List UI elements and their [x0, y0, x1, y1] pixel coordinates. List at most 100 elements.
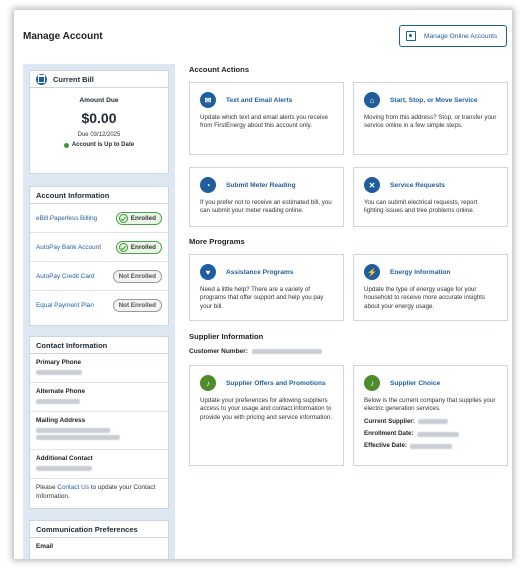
account-row-label[interactable]: AutoPay Credit Card: [36, 273, 95, 280]
redacted-value: [416, 431, 459, 437]
tile-text-email-alerts[interactable]: ✉ Text and Email Alerts Update which text…: [189, 82, 344, 155]
status-badge: Not Enrolled: [112, 299, 162, 312]
sidebar: Current Bill Amount Due $0.00 Due 03/12/…: [23, 64, 175, 559]
status-badge-text: Enrolled: [130, 243, 156, 251]
more-programs-title: More Programs: [189, 237, 245, 246]
account-row-equal-payment[interactable]: Equal Payment Plan Not Enrolled: [30, 291, 168, 320]
bolt-icon: ⚡: [364, 264, 380, 280]
tile-body: Need a little help? There are a variety …: [200, 286, 324, 310]
tile-body: If you prefer not to receive an estimate…: [200, 199, 332, 215]
amount-due-label: Amount Due: [79, 97, 119, 104]
redacted-value: [36, 370, 82, 375]
account-status: Account is Up to Date: [30, 142, 168, 148]
page-title: Manage Account: [23, 31, 103, 42]
kv-label: Enrollment Date:: [364, 429, 414, 437]
tile-title[interactable]: Supplier Offers and Promotions: [226, 380, 326, 387]
check-icon: [118, 213, 128, 223]
tile-body: Update which text and email alerts you r…: [200, 114, 328, 130]
status-badge: Not Enrolled: [112, 269, 162, 283]
status-badge-text: Not Enrolled: [118, 272, 156, 280]
handshake-icon: ♥: [200, 264, 216, 280]
app-frame: Manage Account Manage Online Accounts Cu…: [14, 10, 512, 559]
enrollment-date-row: Enrollment Date:: [364, 430, 497, 438]
supplier-choice-text: Below is the current company that suppli…: [364, 397, 496, 413]
field-label: Email: [36, 543, 54, 550]
calendar-icon: [36, 73, 47, 85]
check-circle-icon: [63, 142, 69, 148]
current-supplier-row: Current Supplier:: [364, 418, 497, 426]
tile-title[interactable]: Submit Meter Reading: [226, 182, 296, 189]
bell-icon: ♪: [200, 375, 216, 391]
current-bill-card: Current Bill Amount Due $0.00 Due 03/12/…: [29, 70, 169, 174]
account-information-title: Account Information: [30, 187, 168, 204]
account-actions-title: Account Actions: [189, 65, 250, 74]
field-label: Mailing Address: [36, 417, 86, 424]
effective-date-row: Effective Date:: [364, 442, 497, 450]
tile-title[interactable]: Supplier Choice: [390, 380, 440, 387]
tile-body: Update the type of energy usage for your…: [364, 286, 486, 310]
tile-body: Update your preferences for allowing sup…: [200, 397, 333, 421]
account-row-ebill[interactable]: eBill Paperless Billing Enrolled: [30, 204, 168, 233]
status-badge-text: Enrolled: [130, 214, 156, 222]
customer-number: Customer Number:: [189, 348, 322, 355]
email-field: Email: [30, 538, 168, 559]
status-badge-text: Not Enrolled: [118, 302, 156, 309]
redacted-value: [36, 399, 80, 404]
tile-submit-meter-reading[interactable]: ◔ Submit Meter Reading If you prefer not …: [189, 167, 344, 227]
tile-body: Below is the current company that suppli…: [354, 391, 507, 450]
redacted-value: [36, 466, 92, 471]
account-row-autopay-card[interactable]: AutoPay Credit Card Not Enrolled: [30, 262, 168, 291]
alternate-phone-field: Alternate Phone: [30, 383, 168, 412]
tile-start-stop-move[interactable]: ⌂ Start, Stop, or Move Service Moving fro…: [353, 82, 508, 155]
contact-us-link[interactable]: Contact Us: [57, 484, 89, 491]
status-badge: Enrolled: [115, 240, 162, 254]
due-date: Due 03/12/2025: [77, 132, 121, 138]
tile-service-requests[interactable]: ✕ Service Requests You can submit electri…: [353, 167, 508, 227]
redacted-value: [409, 443, 452, 449]
tile-assistance-programs[interactable]: ♥ Assistance Programs Need a little help?…: [189, 254, 344, 321]
status-badge: Enrolled: [115, 211, 162, 225]
account-information-card: Account Information eBill Paperless Bill…: [29, 186, 169, 326]
field-label: Alternate Phone: [36, 388, 86, 395]
account-card-icon: [406, 31, 416, 41]
contact-information-title: Contact Information: [30, 337, 168, 354]
tile-title[interactable]: Assistance Programs: [226, 269, 293, 276]
redacted-value: [36, 435, 120, 440]
redacted-value: [251, 349, 322, 354]
mailing-address-field: Mailing Address: [30, 412, 168, 450]
envelope-icon: ✉: [200, 92, 216, 108]
field-label: Additional Contact: [36, 455, 93, 462]
supplier-information-title: Supplier Information: [189, 332, 264, 341]
redacted-value: [417, 419, 448, 425]
tile-supplier-choice[interactable]: ♪ Supplier Choice Below is the current co…: [353, 365, 508, 466]
tile-body: Moving from this address? Stop, or trans…: [364, 114, 497, 130]
tile-title[interactable]: Energy Information: [390, 269, 450, 276]
account-row-label[interactable]: eBill Paperless Billing: [36, 215, 97, 222]
redacted-value: [36, 428, 110, 433]
field-label: Primary Phone: [36, 359, 82, 366]
communication-preferences-card: Communication Preferences Email: [29, 520, 169, 559]
tile-title[interactable]: Text and Email Alerts: [226, 97, 292, 104]
note-text: Please: [36, 484, 58, 491]
account-row-label[interactable]: Equal Payment Plan: [36, 302, 94, 309]
additional-contact-field: Additional Contact: [30, 450, 168, 479]
tile-body: You can submit electrical requests, repo…: [364, 199, 478, 215]
house-icon: ⌂: [364, 92, 380, 108]
kv-label: Effective Date:: [364, 442, 407, 450]
bell-icon: ♪: [364, 375, 380, 391]
account-row-label[interactable]: AutoPay Bank Account: [36, 244, 101, 251]
tile-energy-information[interactable]: ⚡ Energy Information Update the type of e…: [353, 254, 508, 321]
manage-online-accounts-label: Manage Online Accounts: [424, 32, 498, 40]
tile-title[interactable]: Service Requests: [390, 182, 445, 189]
manage-online-accounts-button[interactable]: Manage Online Accounts: [399, 25, 507, 47]
tile-supplier-offers[interactable]: ♪ Supplier Offers and Promotions Update y…: [189, 365, 344, 466]
current-bill-title: Current Bill: [53, 74, 94, 84]
account-status-text: Account is Up to Date: [71, 142, 135, 148]
check-icon: [118, 242, 128, 252]
tile-title[interactable]: Start, Stop, or Move Service: [390, 97, 478, 104]
contact-information-card: Contact Information Primary Phone Altern…: [29, 336, 169, 509]
amount-due-value: $0.00: [81, 110, 117, 126]
meter-icon: ◔: [200, 177, 216, 193]
tools-icon: ✕: [364, 177, 380, 193]
account-row-autopay-bank[interactable]: AutoPay Bank Account Enrolled: [30, 233, 168, 262]
